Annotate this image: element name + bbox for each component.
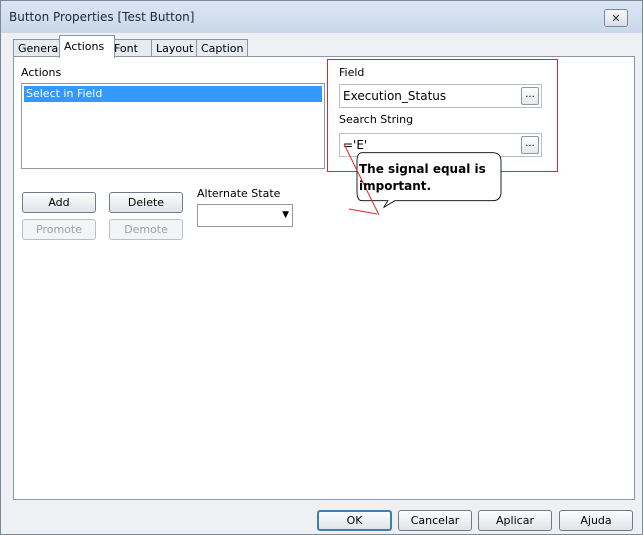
close-icon: ✕: [611, 11, 621, 25]
add-button[interactable]: Add: [22, 192, 96, 213]
alternate-state-select[interactable]: ▼: [197, 204, 293, 227]
cancel-button[interactable]: Cancelar: [398, 510, 472, 531]
field-value: Execution_Status: [343, 89, 447, 103]
list-item[interactable]: Select in Field: [24, 86, 322, 102]
demote-button[interactable]: Demote: [109, 219, 183, 240]
field-input[interactable]: Execution_Status ...: [339, 84, 542, 108]
help-button[interactable]: Ajuda: [559, 510, 633, 531]
actions-label: Actions: [21, 66, 62, 79]
ok-button[interactable]: OK: [317, 510, 392, 531]
window-title: Button Properties [Test Button]: [9, 10, 195, 24]
close-button[interactable]: ✕: [604, 9, 628, 27]
field-label: Field: [339, 66, 365, 79]
search-string-label: Search String: [339, 113, 414, 126]
actions-list[interactable]: Select in Field: [21, 83, 325, 169]
promote-button[interactable]: Promote: [22, 219, 96, 240]
button-properties-dialog: Button Properties [Test Button] ✕ Genera…: [0, 0, 643, 535]
alternate-state-label: Alternate State: [197, 187, 281, 200]
search-string-browse-button[interactable]: ...: [521, 136, 539, 154]
delete-button[interactable]: Delete: [109, 192, 183, 213]
field-browse-button[interactable]: ...: [521, 87, 539, 105]
tab-actions[interactable]: Actions: [59, 35, 115, 58]
title-bar: Button Properties [Test Button] ✕: [1, 1, 642, 33]
callout-text: The signal equal is important.: [359, 162, 486, 193]
apply-button[interactable]: Aplicar: [478, 510, 552, 531]
dropdown-arrow-icon: ▼: [282, 210, 289, 220]
